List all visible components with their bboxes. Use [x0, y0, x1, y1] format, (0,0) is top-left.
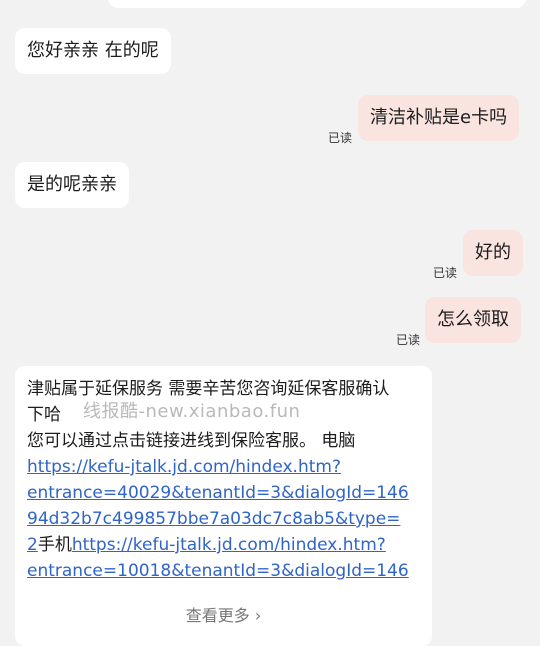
pc-link-part-1[interactable]: https://kefu-jtalk.jd.com/hindex.htm?: [27, 457, 341, 477]
agent-message-2-text: 是的呢亲亲: [27, 174, 117, 195]
read-status-3: 已读: [396, 333, 421, 347]
user-message-3-text: 怎么领取: [437, 309, 509, 330]
mobile-link-part-2[interactable]: entrance=10018&tenantId=3&dialogId=146: [27, 561, 409, 581]
previous-message-bubble: [108, 0, 526, 8]
agent-message-2: 是的呢亲亲: [15, 162, 129, 208]
user-message-1-text: 清洁补贴是e卡吗: [370, 107, 508, 128]
read-status-1: 已读: [328, 131, 353, 145]
agent-message-1-text: 您好亲亲 在的呢: [27, 40, 159, 61]
user-message-2: 好的: [463, 230, 523, 276]
mobile-link-part-1[interactable]: https://kefu-jtalk.jd.com/hindex.htm?: [72, 535, 386, 555]
show-more-button[interactable]: 查看更多 ›: [15, 602, 432, 626]
user-message-2-text: 好的: [475, 242, 511, 263]
pc-link-part-2[interactable]: entrance=40029&tenantId=3&dialogId=146: [27, 483, 409, 503]
watermark-text: 线报酷-new.xianbao.fun: [83, 401, 301, 422]
phone-label: 手机: [37, 535, 72, 555]
user-message-3: 怎么领取: [425, 297, 521, 343]
pc-link-part-3[interactable]: 94d32b7c499857bbe7a03dc7c8ab5&type=: [27, 509, 400, 529]
read-status-2: 已读: [433, 266, 458, 280]
agent-message-1: 您好亲亲 在的呢: [15, 28, 171, 74]
agent-message-3-line-3: 您可以通过点击链接进线到保险客服。 电脑: [27, 431, 356, 451]
user-message-1: 清洁补贴是e卡吗: [358, 95, 520, 141]
pc-link-part-4[interactable]: 2: [27, 535, 38, 555]
